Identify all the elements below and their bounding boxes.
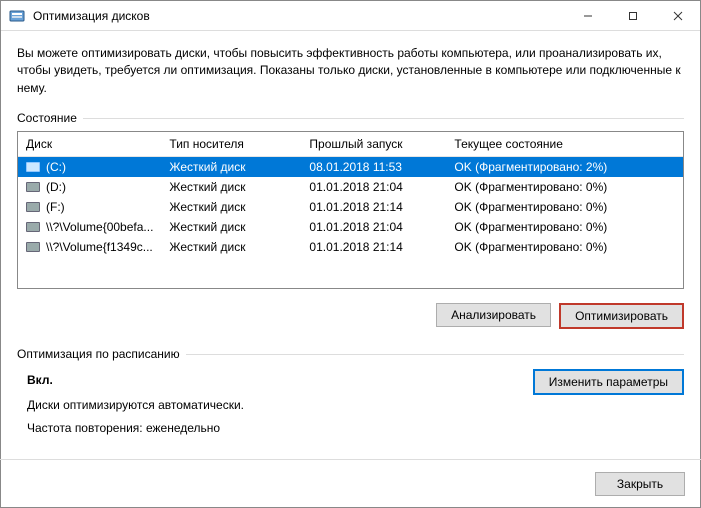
schedule-section-label: Оптимизация по расписанию xyxy=(17,347,684,361)
table-row[interactable]: (D:) Жесткий диск01.01.2018 21:04OK (Фраг… xyxy=(18,177,683,197)
divider xyxy=(83,118,684,119)
col-header-media[interactable]: Тип носителя xyxy=(161,132,301,157)
col-header-status[interactable]: Текущее состояние xyxy=(446,132,683,157)
table-row[interactable]: (C:) Жесткий диск08.01.2018 11:53OK (Фраг… xyxy=(18,157,683,178)
disk-list[interactable]: Диск Тип носителя Прошлый запуск Текущее… xyxy=(17,131,684,289)
disk-lastrun: 01.01.2018 21:14 xyxy=(301,237,446,257)
description-text: Вы можете оптимизировать диски, чтобы по… xyxy=(17,45,684,97)
close-button[interactable] xyxy=(655,1,700,31)
col-header-disk[interactable]: Диск xyxy=(18,132,161,157)
minimize-button[interactable] xyxy=(565,1,610,31)
drive-icon xyxy=(26,222,40,232)
optimize-button[interactable]: Оптимизировать xyxy=(559,303,684,329)
disk-lastrun: 08.01.2018 11:53 xyxy=(301,157,446,178)
table-row[interactable]: \\?\Volume{f1349c... Жесткий диск01.01.20… xyxy=(18,237,683,257)
change-settings-button[interactable]: Изменить параметры xyxy=(533,369,684,395)
disk-name: (C:) xyxy=(46,160,66,174)
disk-status: OK (Фрагментировано: 2%) xyxy=(446,157,683,178)
disk-media: Жесткий диск xyxy=(161,177,301,197)
state-label-text: Состояние xyxy=(17,111,77,125)
disk-status: OK (Фрагментировано: 0%) xyxy=(446,237,683,257)
disk-status: OK (Фрагментировано: 0%) xyxy=(446,197,683,217)
disk-media: Жесткий диск xyxy=(161,237,301,257)
disk-name: \\?\Volume{00befa... xyxy=(46,220,153,234)
table-row[interactable]: (F:) Жесткий диск01.01.2018 21:14OK (Фраг… xyxy=(18,197,683,217)
schedule-on: Вкл. xyxy=(27,369,244,392)
disk-status: OK (Фрагментировано: 0%) xyxy=(446,177,683,197)
state-section-label: Состояние xyxy=(17,111,684,125)
divider xyxy=(186,354,684,355)
schedule-line1: Диски оптимизируются автоматически. xyxy=(27,394,244,417)
disk-media: Жесткий диск xyxy=(161,157,301,178)
disk-name: (F:) xyxy=(46,200,65,214)
disk-status: OK (Фрагментировано: 0%) xyxy=(446,217,683,237)
drive-icon xyxy=(26,162,40,172)
disk-lastrun: 01.01.2018 21:14 xyxy=(301,197,446,217)
maximize-button[interactable] xyxy=(610,1,655,31)
window-title: Оптимизация дисков xyxy=(33,9,565,23)
schedule-label-text: Оптимизация по расписанию xyxy=(17,347,180,361)
disk-lastrun: 01.01.2018 21:04 xyxy=(301,177,446,197)
disk-media: Жесткий диск xyxy=(161,217,301,237)
drive-icon xyxy=(26,242,40,252)
table-row[interactable]: \\?\Volume{00befa... Жесткий диск01.01.20… xyxy=(18,217,683,237)
close-dialog-button[interactable]: Закрыть xyxy=(595,472,685,496)
analyze-button[interactable]: Анализировать xyxy=(436,303,551,327)
disk-lastrun: 01.01.2018 21:04 xyxy=(301,217,446,237)
titlebar: Оптимизация дисков xyxy=(1,1,700,31)
schedule-line2: Частота повторения: еженедельно xyxy=(27,417,244,440)
disk-name: \\?\Volume{f1349c... xyxy=(46,240,153,254)
disk-name: (D:) xyxy=(46,180,66,194)
drive-icon xyxy=(26,182,40,192)
footer: Закрыть xyxy=(0,459,701,508)
app-icon xyxy=(9,8,25,24)
drive-icon xyxy=(26,202,40,212)
col-header-lastrun[interactable]: Прошлый запуск xyxy=(301,132,446,157)
disk-media: Жесткий диск xyxy=(161,197,301,217)
